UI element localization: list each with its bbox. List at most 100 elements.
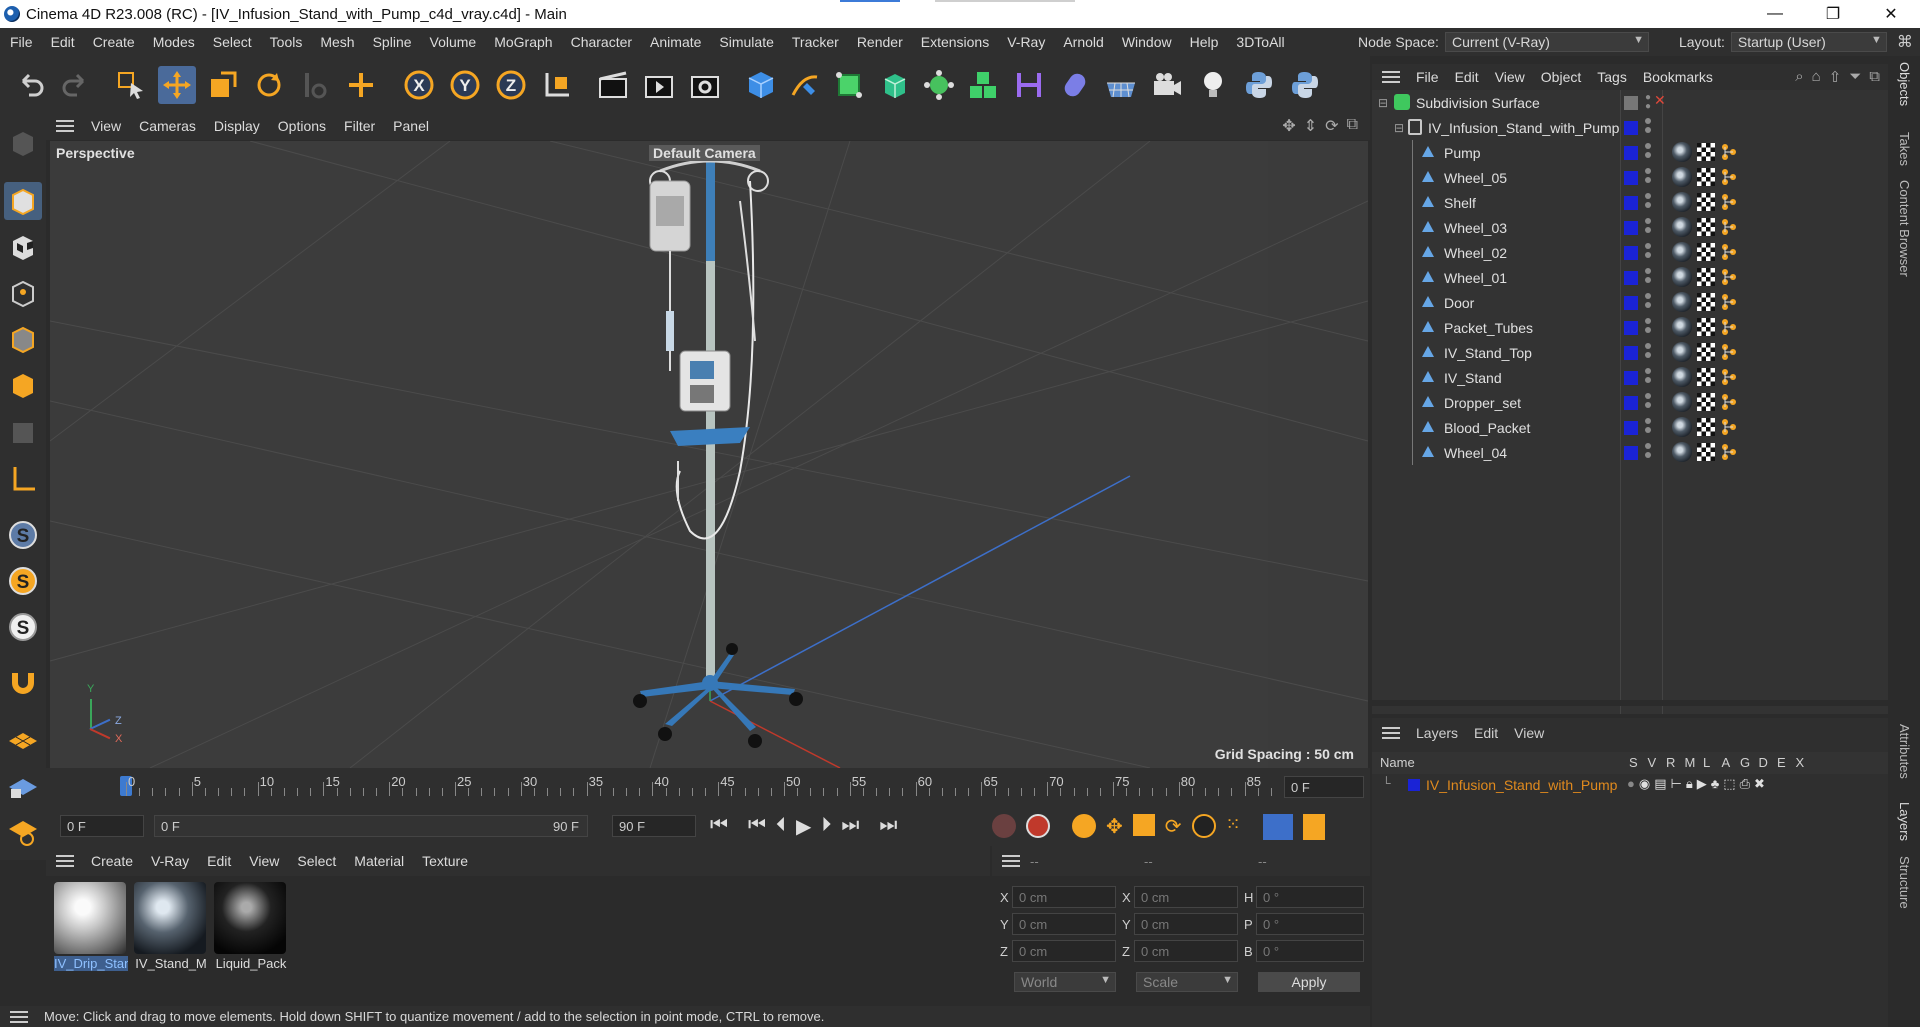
layer-color-swatch[interactable]	[1624, 371, 1638, 385]
cube-object-button[interactable]	[742, 66, 780, 104]
undo-button[interactable]	[12, 66, 50, 104]
home-icon[interactable]: ⌂	[1812, 68, 1821, 86]
redo-button[interactable]	[56, 66, 94, 104]
layer-color-swatch[interactable]	[1624, 446, 1638, 460]
close-button[interactable]: ✕	[1862, 0, 1920, 28]
uvw-tag-icon[interactable]	[1697, 168, 1715, 186]
snap-button[interactable]	[4, 664, 42, 702]
vertex-tag-icon[interactable]	[1720, 193, 1738, 211]
layer-color-swatch[interactable]	[1624, 346, 1638, 360]
tab-takes[interactable]: Takes	[1897, 132, 1912, 166]
floor-button[interactable]	[1102, 66, 1140, 104]
vertex-tag-icon[interactable]	[1720, 393, 1738, 411]
tab-content-browser[interactable]: Content Browser	[1897, 180, 1912, 277]
menu-select[interactable]: Select	[204, 34, 261, 50]
menu-animate[interactable]: Animate	[641, 34, 710, 50]
rotate-tool-button[interactable]	[250, 66, 288, 104]
coord-rotation-p[interactable]: 0 °	[1256, 913, 1364, 935]
object-menu-edit[interactable]: Edit	[1447, 69, 1487, 85]
filter-icon[interactable]: ⏷	[1849, 68, 1861, 86]
workplane-button[interactable]	[4, 720, 42, 758]
layer-color-swatch[interactable]	[1624, 396, 1638, 410]
object-row[interactable]: Door	[1372, 290, 1888, 315]
layer-color-swatch[interactable]	[1624, 146, 1638, 160]
uvw-tag-icon[interactable]	[1697, 243, 1715, 261]
hamburger-menu-icon[interactable]	[56, 120, 74, 132]
material-menu-vray[interactable]: V-Ray	[142, 853, 198, 869]
hamburger-menu-icon[interactable]	[1382, 727, 1400, 739]
visibility-dots-icon[interactable]	[1645, 368, 1651, 386]
next-key-icon[interactable]: ⏭	[841, 814, 859, 839]
menu-simulate[interactable]: Simulate	[710, 34, 782, 50]
uvw-tag-icon[interactable]	[1697, 418, 1715, 436]
python-script-2-button[interactable]	[1286, 66, 1324, 104]
visibility-dots-icon[interactable]	[1645, 393, 1651, 411]
go-to-end-icon[interactable]: ⏭	[879, 814, 897, 839]
layer-color-swatch[interactable]	[1624, 96, 1638, 110]
layer-color-swatch[interactable]	[1624, 421, 1638, 435]
maximize-button[interactable]: ❐	[1804, 0, 1862, 28]
play-icon[interactable]: ▶	[796, 814, 811, 839]
timeline-ruler[interactable]: 051015202530354045505560657075808590 0 F	[46, 768, 1370, 806]
previous-frame-icon[interactable]: ⏴	[776, 814, 786, 839]
object-row[interactable]: Blood_Packet	[1372, 415, 1888, 440]
current-frame-field[interactable]: 0 F	[1284, 776, 1364, 798]
array-button[interactable]	[920, 66, 958, 104]
object-menu-tags[interactable]: Tags	[1589, 69, 1635, 85]
menu-extensions[interactable]: Extensions	[912, 34, 998, 50]
frame-range-slider[interactable]: 0 F 90 F	[154, 815, 588, 837]
object-menu-object[interactable]: Object	[1533, 69, 1589, 85]
object-row[interactable]: Shelf	[1372, 190, 1888, 215]
menu-mograph[interactable]: MoGraph	[485, 34, 561, 50]
menu-create[interactable]: Create	[84, 34, 144, 50]
material-swatch[interactable]: Liquid_Pack	[214, 882, 288, 972]
menu-arnold[interactable]: Arnold	[1054, 34, 1112, 50]
object-row[interactable]: Wheel_03	[1372, 215, 1888, 240]
key-scale-icon[interactable]	[1132, 814, 1155, 836]
end-frame-field[interactable]: 90 F	[612, 815, 696, 837]
menu-tools[interactable]: Tools	[261, 34, 312, 50]
layer-name[interactable]: IV_Infusion_Stand_with_Pump	[1426, 777, 1617, 793]
minimize-button[interactable]: —	[1746, 0, 1804, 28]
viewport-maximize-icon[interactable]: ⧉	[1347, 116, 1358, 136]
vertex-tag-icon[interactable]	[1720, 318, 1738, 336]
key-parameter-icon[interactable]	[1191, 814, 1216, 838]
viewport-move-icon[interactable]: ✥	[1282, 116, 1295, 136]
render-view-button[interactable]	[594, 66, 632, 104]
object-row[interactable]: Dropper_set	[1372, 390, 1888, 415]
key-position-icon[interactable]: ✥	[1106, 814, 1123, 840]
menu-character[interactable]: Character	[562, 34, 641, 50]
search-icon[interactable]: ⌕	[1795, 68, 1803, 86]
layer-menu-view[interactable]: View	[1506, 725, 1552, 741]
solo-hierarchy-button[interactable]: S	[4, 562, 42, 600]
menu-mesh[interactable]: Mesh	[311, 34, 363, 50]
viewport-rotate-icon[interactable]: ⟳	[1325, 116, 1338, 136]
deformer-button[interactable]	[1010, 66, 1048, 104]
layer-color-swatch[interactable]	[1624, 196, 1638, 210]
render-settings-button[interactable]	[686, 66, 724, 104]
locked-workplane-button[interactable]	[4, 766, 42, 804]
coordinate-system-button[interactable]	[342, 66, 380, 104]
material-tag-icon[interactable]	[1672, 142, 1692, 162]
expression-icon[interactable]: ⎙	[1740, 776, 1750, 792]
visibility-dots-icon[interactable]: ● ●	[1645, 93, 1651, 112]
coord-space-dropdown[interactable]: World ▼	[1014, 972, 1116, 992]
y-axis-lock-button[interactable]: Y	[446, 66, 484, 104]
layer-color-swatch[interactable]	[1624, 221, 1638, 235]
menu-volume[interactable]: Volume	[421, 34, 486, 50]
live-selection-button[interactable]	[112, 66, 150, 104]
material-tag-icon[interactable]	[1672, 267, 1692, 287]
collapse-icon[interactable]: ⊟	[1378, 96, 1388, 110]
world-coordinates-button[interactable]	[538, 66, 576, 104]
uvw-tag-icon[interactable]	[1697, 143, 1715, 161]
python-script-button[interactable]	[1240, 66, 1278, 104]
uvw-tag-icon[interactable]	[1697, 393, 1715, 411]
material-tag-icon[interactable]	[1672, 192, 1692, 212]
layer-color-swatch[interactable]	[1624, 296, 1638, 310]
object-row[interactable]: Wheel_01	[1372, 265, 1888, 290]
viewport-menu-cameras[interactable]: Cameras	[130, 118, 205, 134]
collapse-icon[interactable]: ⊟	[1394, 121, 1404, 135]
object-row[interactable]: Packet_Tubes	[1372, 315, 1888, 340]
axis-mode-button[interactable]	[4, 460, 42, 498]
up-arrow-icon[interactable]: ⇧	[1829, 68, 1842, 86]
